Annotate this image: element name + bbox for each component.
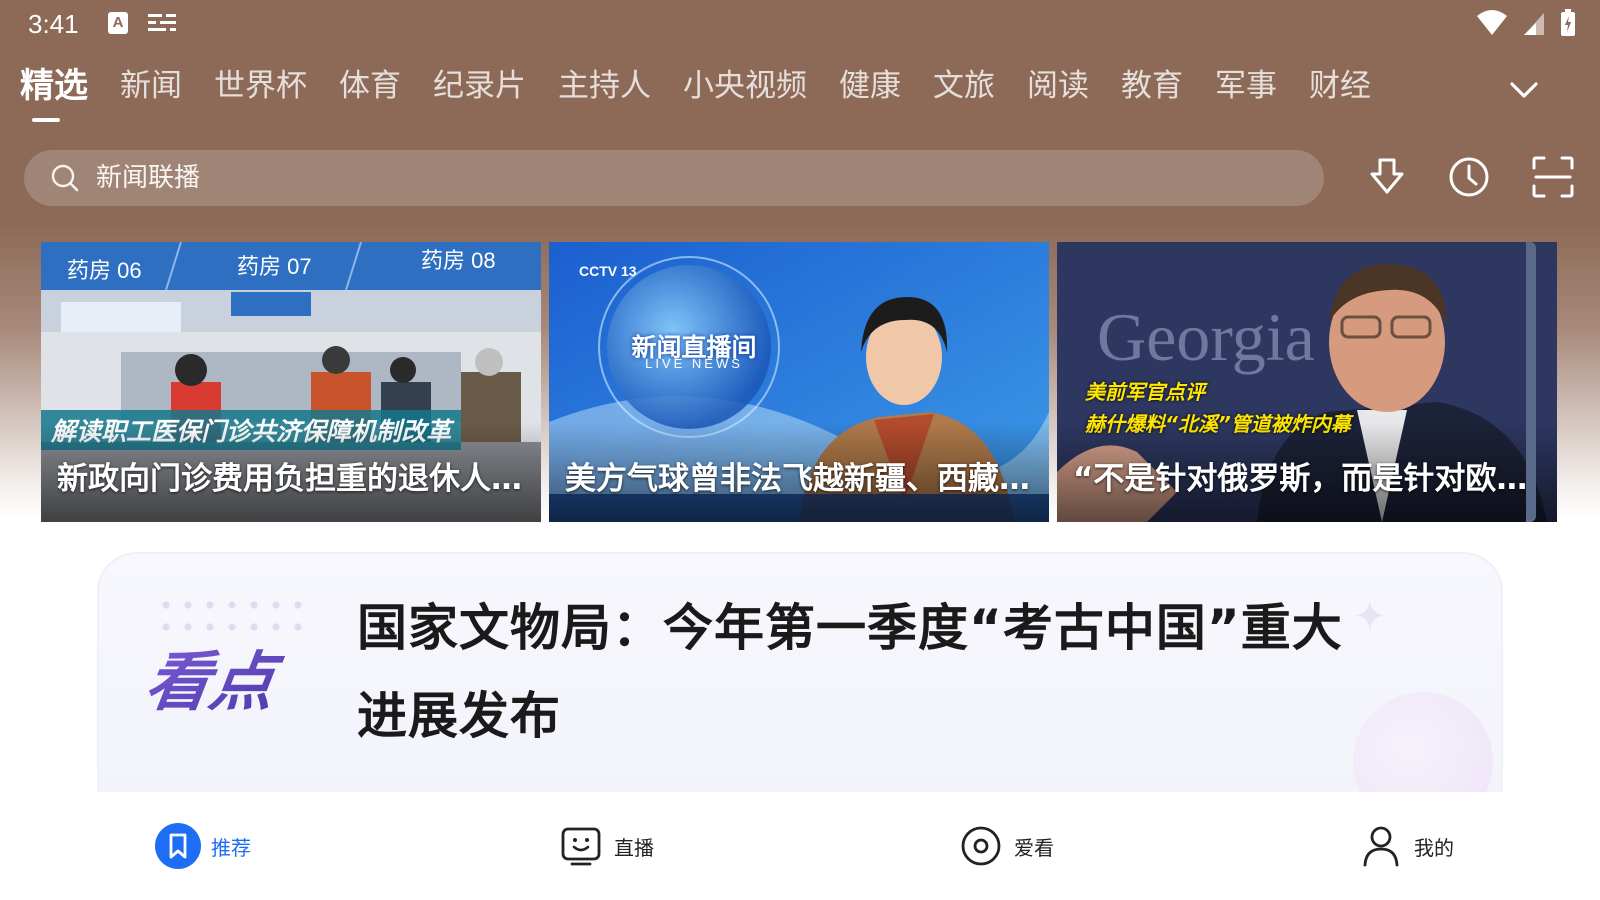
scan-icon[interactable] [1530, 154, 1576, 200]
nav-item-recommend[interactable]: 推荐 [155, 822, 251, 870]
nav-label: 直播 [614, 835, 654, 860]
news-card[interactable]: 药房 06 药房 07 药房 08 解读职工医保门诊共济保障机制改革 新政向门诊… [41, 242, 541, 522]
tab-10[interactable]: 教育 [1121, 62, 1183, 122]
chevron-down-icon[interactable] [1506, 74, 1542, 104]
tab-8[interactable]: 文旅 [933, 62, 995, 122]
svg-text:药房 07: 药房 07 [237, 254, 312, 279]
svg-text:CCTV 13: CCTV 13 [579, 263, 637, 279]
bookmark-icon [155, 823, 201, 869]
tab-1[interactable]: 新闻 [120, 62, 182, 122]
tv-smile-icon [561, 827, 601, 866]
kandian-logo: 看点 [149, 645, 287, 720]
tab-3[interactable]: 体育 [339, 62, 401, 122]
tab-6[interactable]: 小央视频 [683, 62, 807, 122]
search-input[interactable]: 新闻联播 [24, 150, 1324, 206]
news-live-logo-sub: LIVE NEWS [645, 356, 743, 371]
svg-text:看点: 看点 [149, 645, 287, 720]
history-clock-icon[interactable] [1446, 154, 1492, 200]
tabs-fade [1395, 62, 1485, 112]
category-tabs: 精选 新闻 世界杯 体育 纪录片 主持人 小央视频 健康 文旅 阅读 教育 军事 财经 [20, 62, 1500, 122]
bottom-nav: 推荐 直播 爱看 我的 [0, 800, 1600, 900]
nav-item-mine[interactable]: 我的 [1358, 822, 1454, 870]
nav-label: 爱看 [1014, 835, 1054, 860]
tab-7[interactable]: 健康 [839, 62, 901, 122]
nav-item-live[interactable]: 直播 [558, 822, 654, 870]
signal-icon [1524, 13, 1544, 35]
search-placeholder: 新闻联播 [96, 163, 201, 193]
card-caption-line: 美前军官点评 [1085, 380, 1205, 404]
status-time: 3:41 [28, 9, 79, 39]
news-carousel: 药房 06 药房 07 药房 08 解读职工医保门诊共济保障机制改革 新政向门诊… [41, 242, 1600, 522]
highlight-card[interactable]: ✦ 看点 国家文物局：今年第一季度“考古中国”重大进展发布 [97, 552, 1503, 792]
nav-label: 推荐 [211, 835, 251, 860]
search-icon [51, 164, 79, 192]
sparkle-decoration: ✦ [1353, 594, 1387, 640]
card-title: “不是针对俄罗斯，而是针对欧洲” [1073, 461, 1543, 497]
next-card-peek[interactable] [1526, 242, 1536, 522]
notification-a-icon [108, 12, 128, 34]
tab-11[interactable]: 军事 [1215, 62, 1277, 122]
record-icon [961, 826, 1001, 866]
card-title: 新政向门诊费用负担重的退休人员倾斜 [57, 461, 527, 497]
tab-9[interactable]: 阅读 [1027, 62, 1089, 122]
tab-12[interactable]: 财经 [1309, 62, 1371, 122]
user-icon [1363, 826, 1399, 867]
tab-2[interactable]: 世界杯 [214, 62, 307, 122]
nav-item-watch[interactable]: 爱看 [958, 822, 1054, 870]
svg-text:Georgia: Georgia [1097, 299, 1315, 375]
battery-icon [1561, 9, 1575, 36]
planet-decoration [1353, 692, 1493, 792]
tab-5[interactable]: 主持人 [558, 62, 651, 122]
wifi-icon [1477, 10, 1507, 35]
news-card[interactable]: Georgia 美前军官点评 赫什爆料“北溪”管道被炸内幕 “不是针对俄罗斯，而… [1057, 242, 1557, 522]
svg-text:药房 08: 药房 08 [421, 248, 496, 273]
download-icon[interactable] [1364, 154, 1410, 200]
nav-label: 我的 [1414, 835, 1454, 860]
svg-text:药房 06: 药房 06 [67, 258, 142, 283]
news-card[interactable]: CCTV 13 新闻直播间 LIVE NEWS 美方气球曾非法飞越新疆、西藏等地 [549, 242, 1049, 522]
cast-notification-icon [148, 14, 176, 31]
status-bar: 3:41 [0, 0, 1600, 48]
tab-0[interactable]: 精选 [20, 62, 88, 122]
tab-4[interactable]: 纪录片 [433, 62, 526, 122]
card-title: 美方气球曾非法飞越新疆、西藏等地 [565, 461, 1035, 497]
highlight-headline: 国家文物局：今年第一季度“考古中国”重大进展发布 [357, 599, 1343, 745]
